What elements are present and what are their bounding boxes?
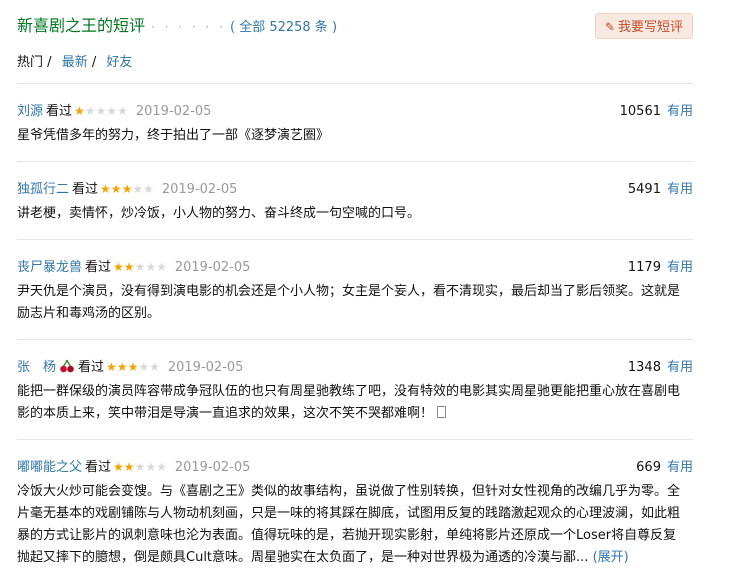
comment-user[interactable]: 丧尸暴龙兽	[17, 260, 82, 275]
expand-link[interactable]: (展开)	[593, 550, 629, 565]
comment-text: 能把一群保级的演员阵容带成争冠队伍的也只有周星驰教练了吧，没有特效的电影其实周星…	[17, 384, 681, 421]
star-filled-icon: ★	[127, 360, 139, 374]
comment-item: 独孤行二 看过 ★★★★★ 2019-02-05 5491 有用 讲老梗，卖情怀，炒冷饭…	[17, 161, 693, 225]
star-filled-icon: ★	[113, 460, 124, 474]
star-empty-icon: ★	[84, 104, 96, 118]
star-empty-icon: ★	[134, 260, 146, 274]
write-comment-button[interactable]: ✎ 我要写短评	[594, 13, 693, 39]
comment-date: 2019-02-05	[167, 360, 244, 375]
rating-stars: ★★★★★	[74, 104, 128, 118]
comment-meta: 独孤行二 看过 ★★★★★ 2019-02-05 5491 有用	[17, 178, 693, 198]
star-empty-icon: ★	[95, 104, 107, 118]
watched-status: 看过	[85, 260, 112, 275]
star-filled-icon: ★	[123, 260, 135, 274]
tab-friends[interactable]: 好友	[106, 55, 132, 70]
star-filled-icon: ★	[100, 182, 111, 196]
comment-text-wrap: 冷饭大火炒可能会变馊。与《喜剧之王》类似的故事结构，虽说做了性别转换，但针对女性…	[17, 481, 685, 569]
comment-text: 星爷凭借多年的努力，终于拍出了一部《逐梦演艺圈》	[17, 128, 330, 143]
watched-status: 看过	[46, 104, 73, 119]
cherry-icon	[60, 359, 74, 373]
useful-button[interactable]: 有用	[667, 460, 693, 475]
star-filled-icon: ★	[121, 182, 133, 196]
star-filled-icon: ★	[106, 360, 117, 374]
comment-text: 尹天仇是个演员，没有得到演电影的机会还是个小人物；女主是个妄人，看不清现实，最后…	[17, 284, 681, 321]
watched-status: 看过	[85, 460, 112, 475]
pencil-icon: ✎	[604, 20, 615, 34]
title-dots: · · · · · ·	[151, 20, 226, 34]
useful-button[interactable]: 有用	[667, 104, 693, 119]
vote-area: 1179 有用	[628, 256, 693, 275]
star-empty-icon: ★	[117, 104, 128, 118]
star-empty-icon: ★	[156, 260, 167, 274]
star-empty-icon: ★	[134, 460, 146, 474]
comment-meta: 丧尸暴龙兽 看过 ★★★★★ 2019-02-05 1179 有用	[17, 256, 693, 276]
star-empty-icon: ★	[145, 460, 157, 474]
comment-item: 丧尸暴龙兽 看过 ★★★★★ 2019-02-05 1179 有用 尹天仇是个演员，没有…	[17, 239, 693, 325]
rating-stars: ★★★★★	[113, 260, 167, 274]
tab-latest[interactable]: 最新	[62, 55, 88, 70]
star-filled-icon: ★	[123, 460, 135, 474]
vote-count: 10561	[619, 104, 661, 119]
star-empty-icon: ★	[145, 260, 157, 274]
vote-area: 5491 有用	[628, 178, 693, 197]
comment-list: 刘源 看过 ★★★★★ 2019-02-05 10561 有用 星爷凭借多年的努力，终于…	[17, 83, 693, 583]
tab-separator: /	[47, 55, 52, 70]
mobile-icon	[437, 406, 447, 418]
vote-area: 10561 有用	[620, 100, 693, 119]
comment-user[interactable]: 张 杨	[17, 360, 56, 375]
comment-text: 冷饭大火炒可能会变馊。与《喜剧之王》类似的故事结构，虽说做了性别转换，但针对女性…	[17, 484, 681, 565]
comment-date: 2019-02-05	[161, 182, 238, 197]
comment-meta: 刘源 看过 ★★★★★ 2019-02-05 10561 有用	[17, 100, 693, 120]
watched-status: 看过	[72, 182, 99, 197]
vote-area: 1348 有用	[628, 356, 693, 375]
section-header: 新喜剧之王的短评 · · · · · · ( 全部 52258 条 ) ✎ 我要写短评	[17, 0, 693, 52]
useful-button[interactable]: 有用	[667, 182, 693, 197]
comment-user[interactable]: 独孤行二	[17, 182, 69, 197]
write-comment-label: 我要写短评	[617, 20, 683, 35]
comments-section: 新喜剧之王的短评 · · · · · · ( 全部 52258 条 ) ✎ 我要写短评…	[17, 0, 693, 565]
comment-meta: 嘟嘟能之父 看过 ★★★★★ 2019-02-05 669 有用	[17, 456, 693, 476]
star-filled-icon: ★	[116, 360, 128, 374]
rating-stars: ★★★★★	[113, 460, 167, 474]
star-filled-icon: ★	[74, 104, 85, 118]
comment-date: 2019-02-05	[135, 104, 212, 119]
vote-count: 1179	[627, 260, 661, 275]
total-count-link[interactable]: ( 全部 52258 条 )	[230, 20, 337, 35]
star-empty-icon: ★	[156, 460, 167, 474]
section-title: 新喜剧之王的短评	[17, 16, 146, 35]
useful-button[interactable]: 有用	[667, 260, 693, 275]
star-empty-icon: ★	[132, 182, 144, 196]
comment-item: 张 杨看过 ★★★★★ 2019-02-05 1348 有用 能把一群保级的演员阵容带…	[17, 339, 693, 425]
star-empty-icon: ★	[143, 182, 154, 196]
sort-tabs: 热门 / 最新 / 好友	[17, 51, 132, 70]
rating-stars: ★★★★★	[106, 360, 160, 374]
vote-count: 1348	[627, 360, 661, 375]
comment-text: 讲老梗，卖情怀，炒冷饭，小人物的努力、奋斗终成一句空喊的口号。	[17, 206, 421, 221]
star-empty-icon: ★	[149, 360, 160, 374]
useful-button[interactable]: 有用	[667, 360, 693, 375]
comment-user[interactable]: 嘟嘟能之父	[17, 460, 82, 475]
comment-date: 2019-02-05	[174, 260, 251, 275]
vote-area: 669 有用	[636, 456, 693, 475]
comment-date: 2019-02-05	[174, 460, 251, 475]
star-empty-icon: ★	[106, 104, 118, 118]
star-filled-icon: ★	[113, 260, 124, 274]
star-empty-icon: ★	[138, 360, 150, 374]
vote-count: 5491	[627, 182, 661, 197]
tab-separator: /	[91, 55, 97, 70]
tab-hot[interactable]: 热门	[17, 55, 43, 70]
watched-status: 看过	[78, 360, 105, 375]
comment-item: 嘟嘟能之父 看过 ★★★★★ 2019-02-05 669 有用 冷饭大火炒可能会变馊。…	[17, 439, 693, 569]
rating-stars: ★★★★★	[100, 182, 154, 196]
comment-meta: 张 杨看过 ★★★★★ 2019-02-05 1348 有用	[17, 356, 693, 376]
vote-count: 669	[636, 460, 661, 475]
title-line: 新喜剧之王的短评 · · · · · · ( 全部 52258 条 )	[17, 12, 337, 36]
comment-user[interactable]: 刘源	[17, 104, 43, 119]
star-filled-icon: ★	[110, 182, 122, 196]
comment-text-wrap: 能把一群保级的演员阵容带成争冠队伍的也只有周星驰教练了吧，没有特效的电影其实周星…	[17, 381, 685, 425]
comment-item: 刘源 看过 ★★★★★ 2019-02-05 10561 有用 星爷凭借多年的努力，终于…	[17, 83, 693, 147]
